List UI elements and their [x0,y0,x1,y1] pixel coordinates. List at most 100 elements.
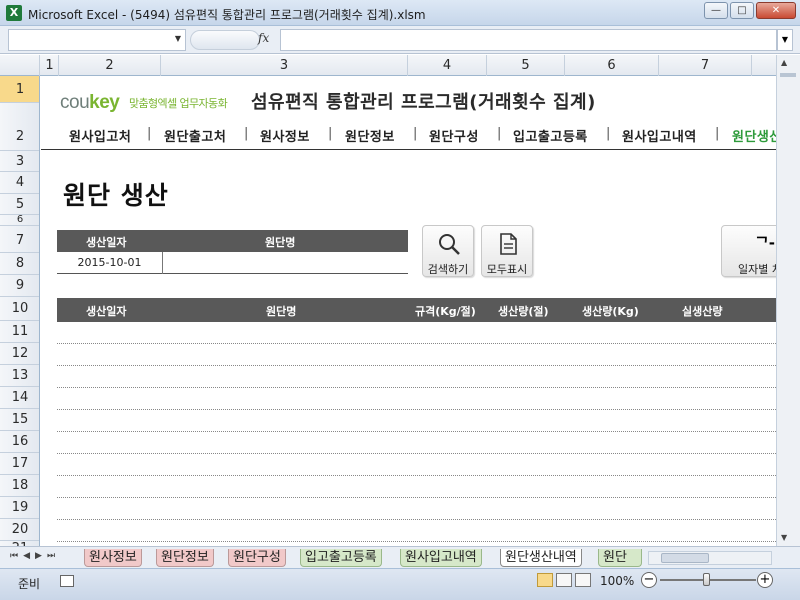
horizontal-scroll-thumb[interactable] [661,553,709,563]
tab-navigation-arrows[interactable]: ⏮◀▶⏭ [10,551,60,561]
sheet-tab[interactable]: 원사정보 [84,549,142,567]
row-header[interactable]: 4 [0,172,39,194]
fabric-name-field[interactable] [164,252,408,274]
chevron-down-icon[interactable]: ▼ [175,34,181,43]
horizontal-scrollbar[interactable] [648,551,772,565]
nav-item-fabric-production[interactable]: 원단생산 [732,126,776,145]
column-header[interactable]: 2 [59,55,161,76]
table-row[interactable] [57,366,776,388]
macro-record-icon[interactable] [60,575,74,587]
nav-item-in-out-register[interactable]: 입고출고등록 [513,126,588,145]
sheet-tab[interactable]: 원단정보 [156,549,214,567]
row-header[interactable]: 7 [0,226,39,253]
column-actual-output: 실생산량 [682,305,723,318]
select-all-corner[interactable] [0,55,40,76]
row-header[interactable]: 14 [0,387,39,409]
page-break-view-icon[interactable] [575,573,591,587]
column-header[interactable]: 5 [487,55,565,76]
nav-item-yarn-info[interactable]: 원사정보 [260,126,310,145]
nav-item-yarn-supplier[interactable]: 원사입고처 [69,126,131,145]
scroll-up-icon[interactable]: ▲ [781,58,787,67]
show-all-button[interactable]: 모두표시 [481,225,533,277]
row-header[interactable]: 2 [0,103,39,151]
row-header[interactable]: 12 [0,343,39,365]
row-header[interactable]: 15 [0,409,39,431]
sheet-navigation: 원사입고처 | 원단출고처 | 원사정보 | 원단정보 | 원단구성 | 입고출… [41,120,776,150]
row-header[interactable]: 20 [0,519,39,541]
formula-input[interactable] [280,29,777,51]
nav-item-fabric-customer[interactable]: 원단출고처 [164,126,226,145]
name-box[interactable]: ▼ [8,29,186,51]
logo-text-cou: cou [60,92,90,113]
row-header[interactable]: 17 [0,453,39,475]
row-header[interactable]: 18 [0,475,39,497]
column-output-kg: 생산량(Kg) [582,305,639,318]
scroll-down-icon[interactable]: ▼ [781,533,787,542]
row-header[interactable]: 6 [0,215,39,226]
split-handle[interactable] [780,73,796,77]
table-row[interactable] [57,388,776,410]
filter-name-label: 원단명 [265,236,296,249]
by-date-button[interactable]: ᄀ- 일자별 처 [721,225,776,277]
document-icon [500,233,517,255]
sheet-tab-active[interactable]: 원단생산내역 [500,549,582,567]
column-header[interactable]: 7 [659,55,752,76]
page-layout-view-icon[interactable] [556,573,572,587]
maximize-button[interactable]: □ [730,2,754,19]
table-row[interactable] [57,476,776,498]
insert-function-icon[interactable]: fx [258,31,269,45]
logo-text-key: key [89,92,120,113]
worksheet-area[interactable]: coukey 맞춤형엑셀 업무자동화 섬유편직 통합관리 프로그램(거래횟수 집… [41,76,776,546]
row-header[interactable]: 19 [0,497,39,519]
zoom-out-icon[interactable]: − [641,572,657,588]
row-header[interactable]: 5 [0,194,39,215]
nav-separator: | [413,126,418,141]
vertical-scrollbar[interactable]: ▲ ▼ [776,55,800,546]
formula-bar-splitter[interactable] [190,30,260,50]
search-button[interactable]: 검색하기 [422,225,474,277]
row-header[interactable]: 13 [0,365,39,387]
column-header[interactable]: 6 [565,55,659,76]
nav-item-fabric-info[interactable]: 원단정보 [345,126,395,145]
filter-date-label: 생산일자 [86,236,127,249]
nav-item-yarn-receipts[interactable]: 원사입고내역 [622,126,697,145]
nav-item-fabric-composition[interactable]: 원단구성 [429,126,479,145]
row-header[interactable]: 9 [0,275,39,297]
nav-separator: | [606,126,611,141]
table-row[interactable] [57,454,776,476]
table-row[interactable] [57,432,776,454]
minimize-button[interactable]: — [704,2,728,19]
table-row[interactable] [57,520,776,542]
table-row[interactable] [57,498,776,520]
normal-view-icon[interactable] [537,573,553,587]
close-button[interactable]: ✕ [756,2,796,19]
column-header[interactable]: 1 [41,55,59,76]
nav-separator: | [715,126,720,141]
production-date-field[interactable]: 2015-10-01 [57,252,163,274]
column-header[interactable]: 3 [161,55,408,76]
row-header[interactable]: 3 [0,151,39,172]
sheet-tab[interactable]: 원단 [598,549,642,567]
by-date-button-label: 일자별 처 [738,263,776,276]
table-row[interactable] [57,410,776,432]
column-header[interactable]: 4 [408,55,487,76]
row-header[interactable]: 8 [0,253,39,275]
column-fabric-name: 원단명 [266,305,297,318]
expand-formula-bar-icon[interactable]: ▼ [777,29,793,51]
filter-header: 생산일자 원단명 [57,230,408,252]
row-header[interactable]: 10 [0,297,39,321]
zoom-level[interactable]: 100% [600,574,634,588]
status-ready: 준비 [18,577,41,591]
title-bar: X Microsoft Excel - (5494) 섬유편직 통합관리 프로그… [0,0,800,26]
row-header[interactable]: 1 [0,76,39,103]
sheet-tab[interactable]: 원단구성 [228,549,286,567]
table-row[interactable] [57,322,776,344]
column-spec: 규격(Kg/절) [415,305,476,318]
table-row[interactable] [57,344,776,366]
row-header[interactable]: 11 [0,321,39,343]
zoom-in-icon[interactable]: + [757,572,773,588]
sheet-tab[interactable]: 입고출고등록 [300,549,382,567]
sheet-tab[interactable]: 원사입고내역 [400,549,482,567]
row-header[interactable]: 16 [0,431,39,453]
zoom-slider-thumb[interactable] [703,573,710,586]
